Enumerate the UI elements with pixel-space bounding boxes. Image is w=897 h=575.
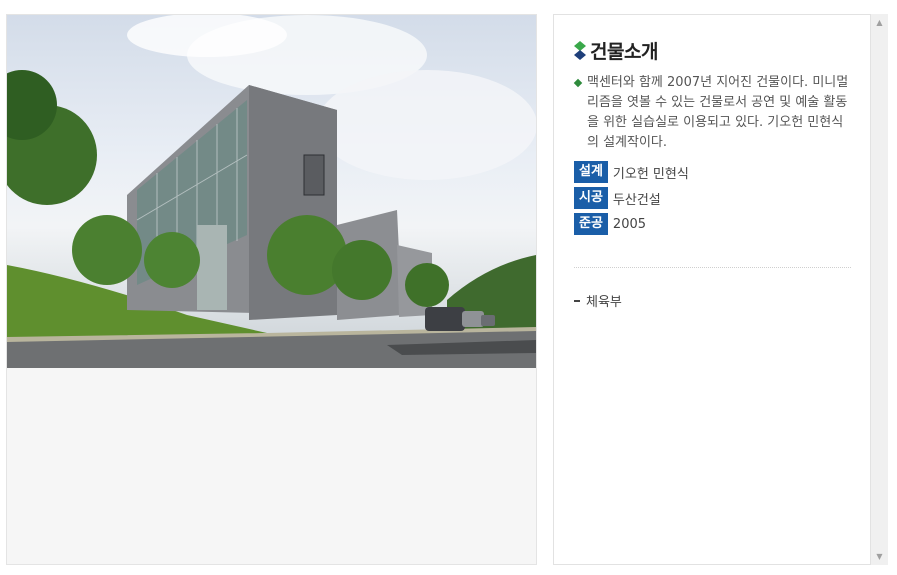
- spec-list: 설계 기오헌 민현식 시공 두산건설 준공 2005: [574, 161, 689, 239]
- spec-label: 준공: [574, 213, 608, 235]
- title-row: 건물소개: [574, 37, 658, 64]
- spec-value: 2005: [612, 216, 647, 232]
- spec-row-construction: 시공 두산건설: [574, 187, 689, 209]
- diamond-bullet-icon: [573, 78, 583, 88]
- vertical-scrollbar[interactable]: ▲ ▼: [871, 14, 888, 565]
- spec-label: 설계: [574, 161, 608, 183]
- building-photo: [7, 15, 536, 368]
- spec-value: 두산건설: [612, 192, 661, 208]
- spec-row-design: 설계 기오헌 민현식: [574, 161, 689, 183]
- scroll-up-arrow-icon[interactable]: ▲: [871, 14, 888, 31]
- department-label: 체육부: [586, 295, 622, 310]
- spec-label: 시공: [574, 187, 608, 209]
- scroll-down-arrow-icon[interactable]: ▼: [871, 548, 888, 565]
- section-title: 건물소개: [590, 41, 658, 63]
- department: 체육부: [574, 291, 622, 310]
- building-info-panel: 건물소개 맥센터와 함께 2007년 지어진 건물이다. 미니멀리즘을 엿볼 수…: [553, 14, 871, 565]
- description-text: 맥센터와 함께 2007년 지어진 건물이다. 미니멀리즘을 엿볼 수 있는 건…: [587, 75, 849, 150]
- diamond-icon: [574, 40, 586, 60]
- dash-icon: [574, 299, 580, 302]
- photo-panel: [6, 14, 537, 565]
- spec-value: 기오헌 민현식: [612, 166, 689, 182]
- spec-row-completion: 준공 2005: [574, 213, 689, 235]
- building-description: 맥센터와 함께 2007년 지어진 건물이다. 미니멀리즘을 엿볼 수 있는 건…: [573, 73, 854, 153]
- divider: [574, 267, 851, 268]
